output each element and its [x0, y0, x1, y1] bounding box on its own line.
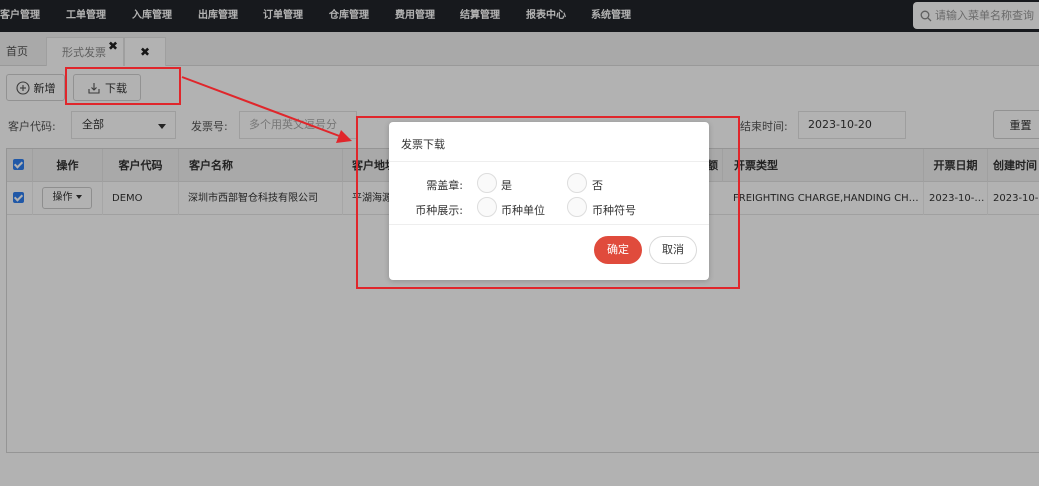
dialog-highlight: [356, 116, 740, 289]
download-button-highlight: [65, 67, 181, 105]
